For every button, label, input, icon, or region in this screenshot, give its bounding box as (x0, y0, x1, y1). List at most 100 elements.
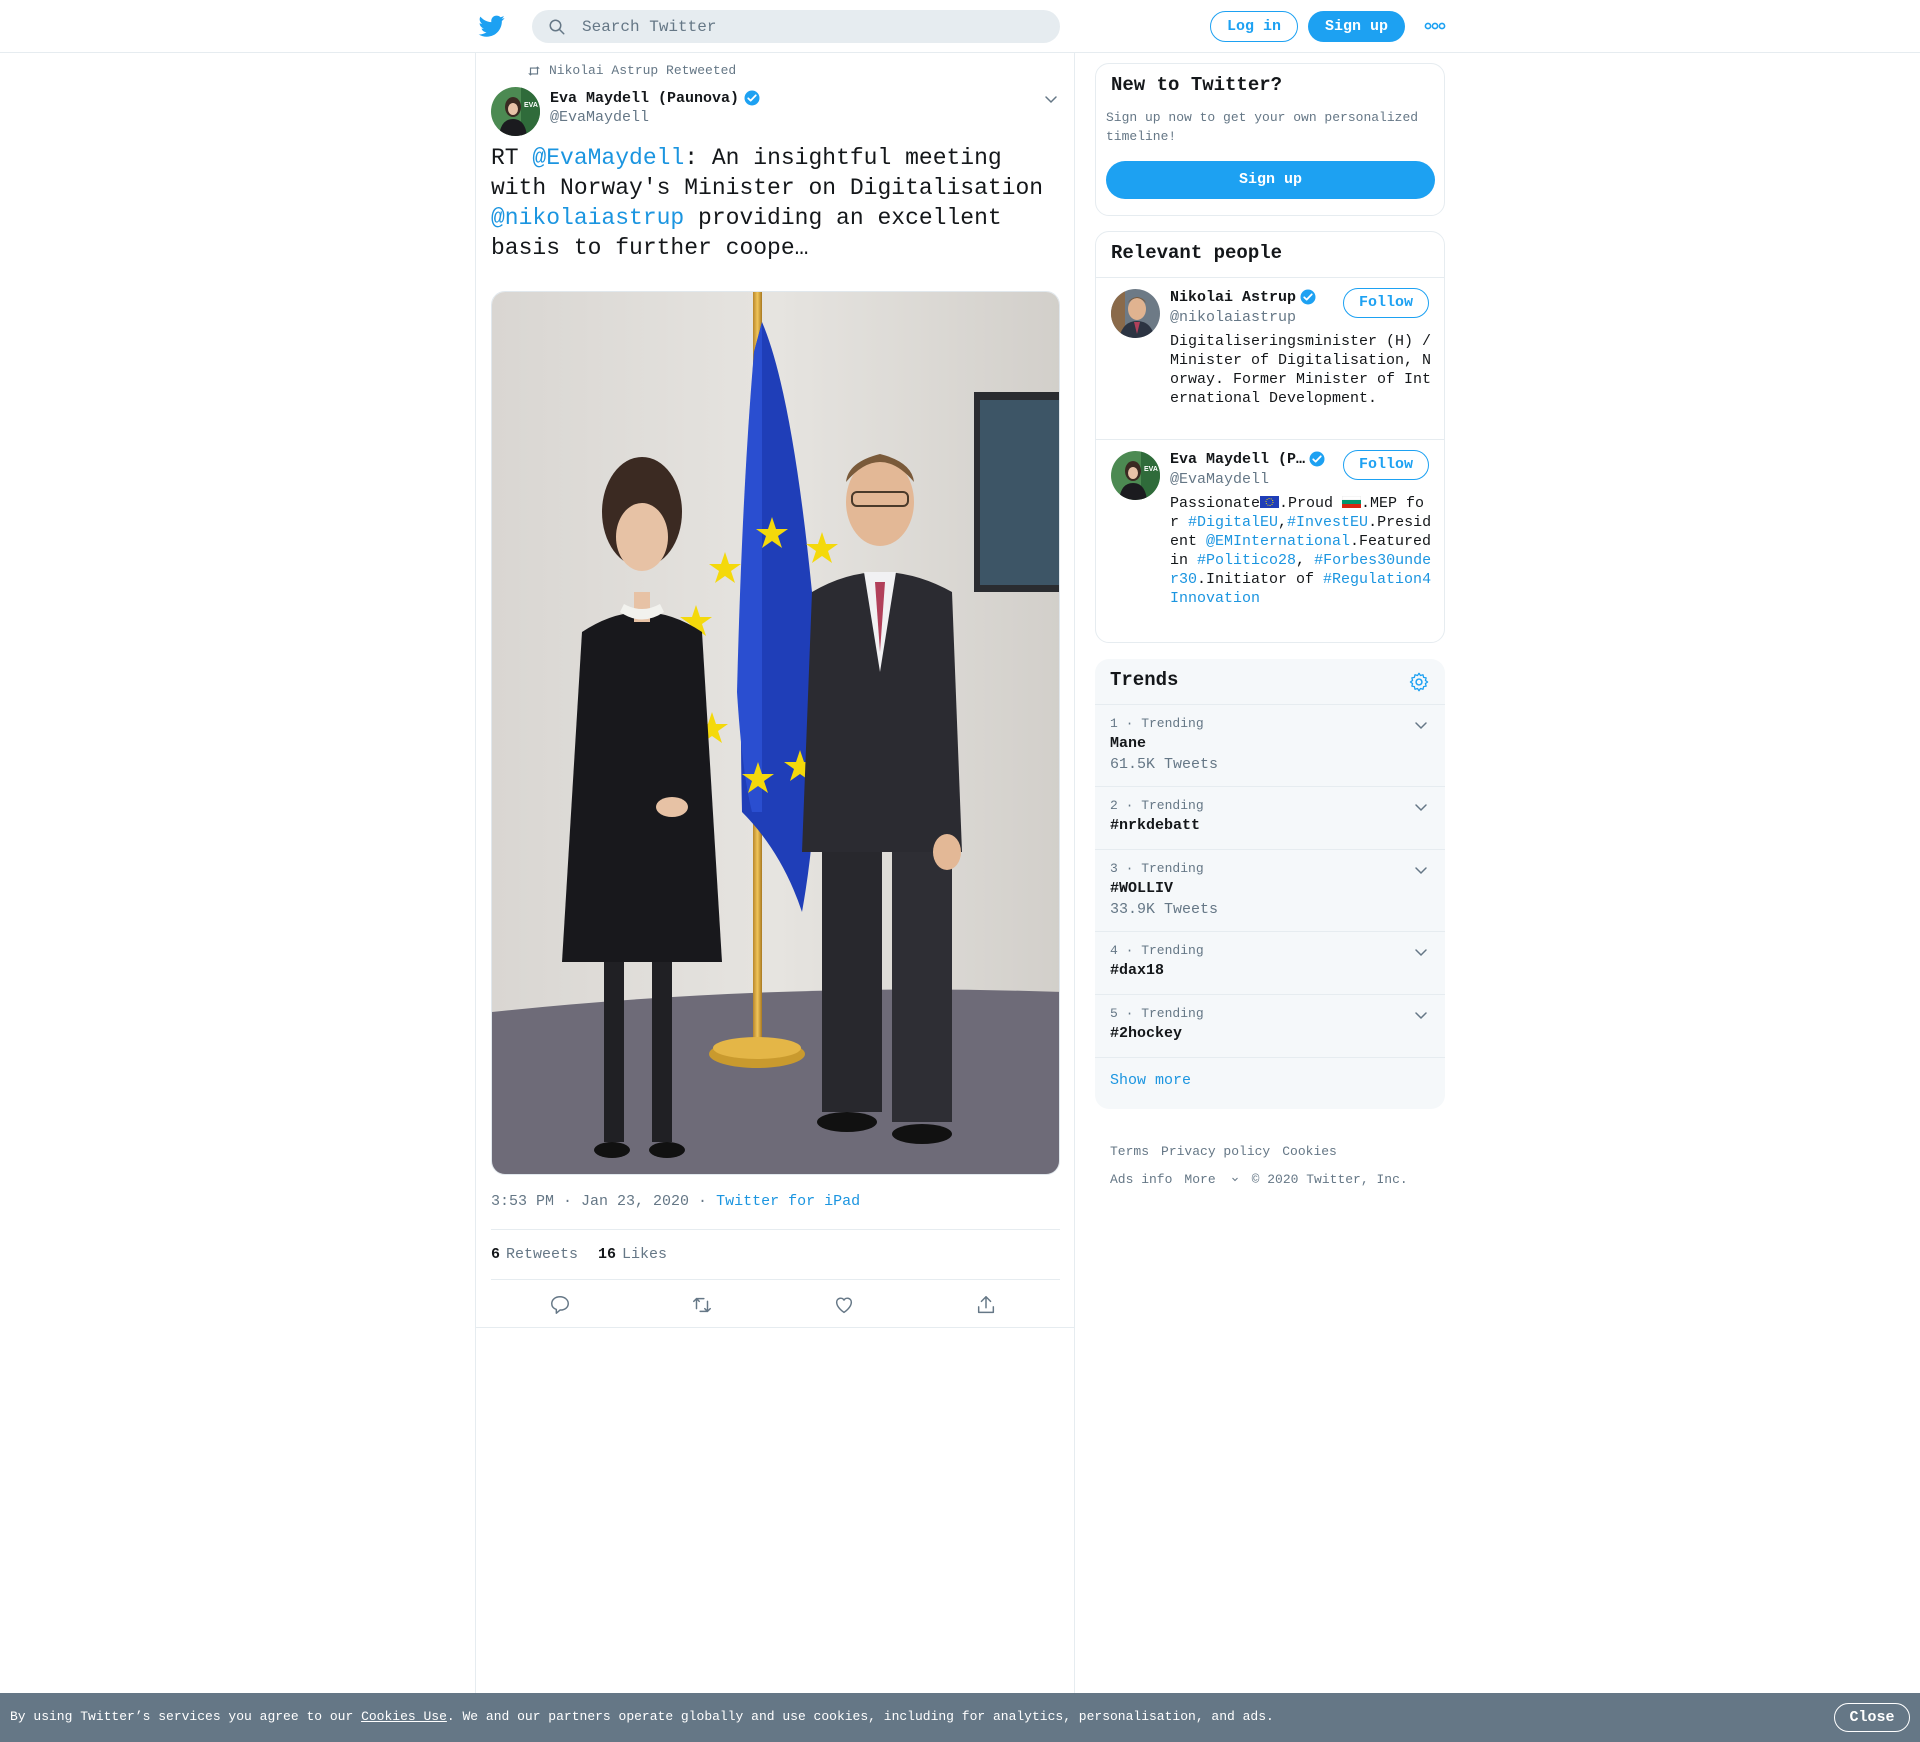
divider (1095, 1057, 1445, 1058)
bio-text: .Initiator of (1197, 571, 1324, 588)
person-avatar[interactable] (1111, 289, 1160, 338)
bio-text: .Proud (1279, 495, 1343, 512)
author-handle[interactable]: @EvaMaydell (550, 109, 761, 126)
person-name[interactable]: Eva Maydell (P… (1170, 451, 1305, 468)
top-bar: Search Twitter Log in Sign up (0, 0, 1920, 53)
trend-count: 33.9K Tweets (1110, 901, 1219, 918)
like-icon[interactable] (833, 1294, 855, 1316)
retweet-small-icon (528, 65, 540, 76)
person-item[interactable]: EVA Eva Maydell (P… @EvaMaydell Follow P… (1096, 444, 1444, 639)
trend-item[interactable]: 4 · Trending #dax18 (1095, 931, 1445, 994)
tweet-photo[interactable] (491, 291, 1060, 1175)
chevron-down-icon[interactable] (1413, 717, 1429, 733)
cookies-use-link[interactable]: Cookies Use (361, 1709, 447, 1724)
search-bar[interactable]: Search Twitter (532, 10, 1060, 43)
new-to-twitter-title: New to Twitter? (1111, 74, 1283, 96)
more-dots-icon[interactable] (1424, 18, 1446, 34)
verified-badge-icon (744, 90, 760, 106)
retweet-icon[interactable] (691, 1294, 713, 1316)
trend-item[interactable]: 3 · Trending #WOLLIV 33.9K Tweets (1095, 849, 1445, 931)
signup-button[interactable]: Sign up (1308, 11, 1405, 42)
trend-meta: 4 · Trending (1110, 943, 1204, 958)
show-more-link[interactable]: Show more (1110, 1072, 1191, 1089)
privacy-link[interactable]: Privacy policy (1161, 1138, 1270, 1166)
person-handle[interactable]: @nikolaiastrup (1170, 309, 1296, 326)
retweets-stat[interactable]: 6 Retweets (491, 1246, 578, 1263)
gear-icon[interactable] (1408, 671, 1430, 693)
trends-title: Trends (1110, 669, 1179, 691)
verified-badge-icon (1309, 451, 1325, 467)
source-link[interactable]: Twitter for iPad (716, 1193, 860, 1210)
person-handle[interactable]: @EvaMaydell (1170, 471, 1269, 488)
hashtag-link[interactable]: #InvestEU (1287, 514, 1368, 531)
sidebar-signup-button[interactable]: Sign up (1106, 161, 1435, 199)
tweet-column: Nikolai Astrup Retweeted EVA Eva Maydell… (475, 53, 1075, 1693)
hashtag-link[interactable]: #Politico28 (1197, 552, 1296, 569)
login-button[interactable]: Log in (1210, 11, 1298, 42)
author-name[interactable]: Eva Maydell (Paunova) (550, 90, 739, 107)
divider (1096, 439, 1444, 440)
likes-label: Likes (622, 1246, 668, 1263)
cookies-link[interactable]: Cookies (1282, 1138, 1337, 1166)
follow-button[interactable]: Follow (1343, 450, 1429, 480)
more-menu[interactable]: More (1184, 1166, 1239, 1194)
more-label: More (1184, 1172, 1216, 1187)
timestamp-text[interactable]: 3:53 PM · Jan 23, 2020 (491, 1193, 689, 1210)
new-to-twitter-card: New to Twitter? Sign up now to get your … (1095, 63, 1445, 216)
retweeted-by-text[interactable]: Nikolai Astrup Retweeted (549, 63, 736, 78)
trend-name[interactable]: #dax18 (1110, 962, 1164, 979)
cookie-text-part: By using Twitter’s services you agree to… (10, 1709, 362, 1724)
cookie-text: By using Twitter’s services you agree to… (10, 1709, 1274, 1724)
hashtag-link[interactable]: #DigitalEU (1188, 514, 1278, 531)
trend-item[interactable]: 5 · Trending #2hockey (1095, 994, 1445, 1057)
tweet-author: Eva Maydell (Paunova) @EvaMaydell (550, 89, 761, 126)
person-item[interactable]: Nikolai Astrup @nikolaiastrup Follow Dig… (1096, 282, 1444, 442)
trend-name[interactable]: #nrkdebatt (1110, 817, 1200, 834)
svg-text:EVA: EVA (1144, 466, 1158, 473)
share-icon[interactable] (975, 1294, 997, 1316)
cookie-banner: By using Twitter’s services you agree to… (0, 1693, 1920, 1742)
trend-item[interactable]: 1 · Trending Mane 61.5K Tweets (1095, 704, 1445, 786)
chevron-down-icon[interactable] (1413, 862, 1429, 878)
trend-item[interactable]: 2 · Trending #nrkdebatt (1095, 786, 1445, 849)
terms-link[interactable]: Terms (1110, 1138, 1149, 1166)
trend-meta: 3 · Trending (1110, 861, 1204, 876)
trend-count: 61.5K Tweets (1110, 756, 1219, 773)
mention-link[interactable]: @EMInternational (1206, 533, 1350, 550)
close-button[interactable]: Close (1834, 1703, 1910, 1732)
person-avatar[interactable]: EVA (1111, 451, 1160, 500)
tweet-timestamp: 3:53 PM · Jan 23, 2020 · Twitter for iPa… (491, 1193, 860, 1210)
bio-text: , (1296, 552, 1315, 569)
verified-badge-icon (1300, 289, 1316, 305)
divider (1096, 277, 1444, 278)
follow-button[interactable]: Follow (1343, 288, 1429, 318)
reply-icon[interactable] (549, 1294, 571, 1316)
cookie-text-part: . We and our partners operate globally a… (446, 1709, 1274, 1724)
person-bio: Digitaliseringsminister (H) / Minister o… (1170, 333, 1432, 407)
search-input[interactable]: Search Twitter (582, 18, 716, 36)
twitter-logo-icon[interactable] (478, 13, 506, 39)
search-icon (549, 19, 565, 35)
chevron-down-icon[interactable] (1413, 799, 1429, 815)
chevron-down-icon[interactable] (1413, 1007, 1429, 1023)
ads-info-link[interactable]: Ads info (1110, 1166, 1172, 1194)
trend-name[interactable]: Mane (1110, 735, 1146, 752)
author-avatar[interactable]: EVA (491, 87, 540, 136)
mention-link[interactable]: @nikolaiastrup (491, 205, 684, 231)
trend-name[interactable]: #2hockey (1110, 1025, 1182, 1042)
copyright-text: © 2020 Twitter, Inc. (1251, 1172, 1408, 1187)
person-name[interactable]: Nikolai Astrup (1170, 289, 1296, 306)
mention-link[interactable]: @EvaMaydell (532, 145, 684, 171)
tweet-stats: 6 Retweets 16 Likes (491, 1229, 1060, 1280)
chevron-down-icon (1231, 1177, 1238, 1182)
trend-meta: 1 · Trending (1110, 716, 1204, 731)
svg-text:EVA: EVA (524, 102, 538, 109)
chevron-down-icon[interactable] (1043, 91, 1059, 107)
relevant-people-card: Relevant people Nikolai Astrup @nikolaia… (1095, 231, 1445, 643)
likes-stat[interactable]: 16 Likes (598, 1246, 667, 1263)
trend-name[interactable]: #WOLLIV (1110, 880, 1173, 897)
chevron-down-icon[interactable] (1413, 944, 1429, 960)
retweet-context: Nikolai Astrup Retweeted (527, 63, 736, 78)
relevant-people-title: Relevant people (1111, 242, 1283, 264)
tweet-actions (491, 1280, 1060, 1330)
